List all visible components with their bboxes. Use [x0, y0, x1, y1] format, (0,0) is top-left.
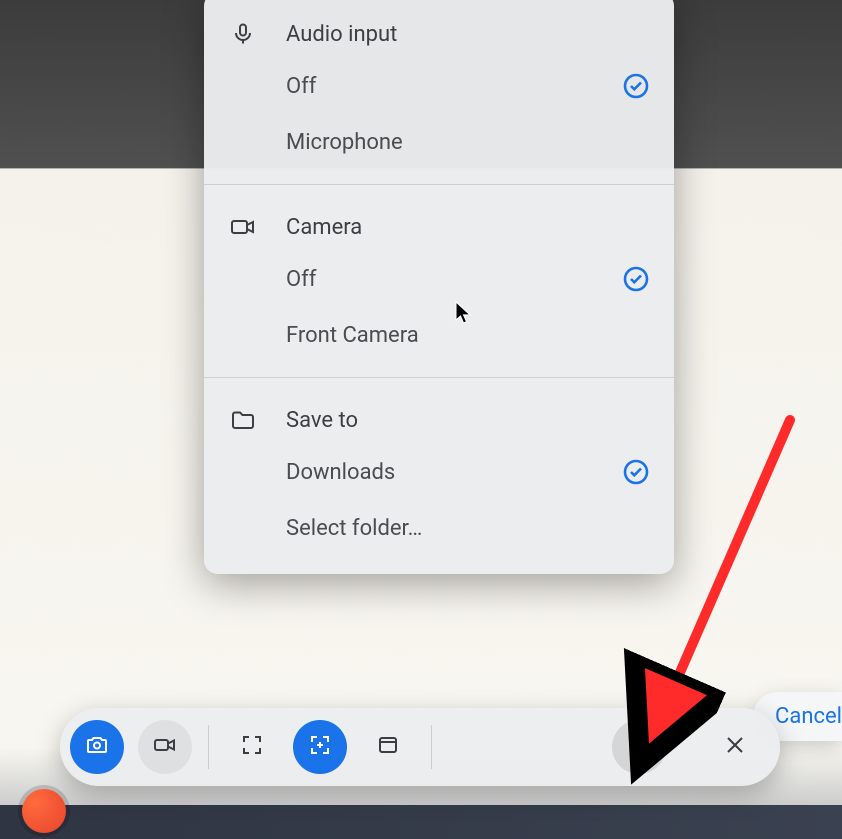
checkmark-icon: [622, 458, 650, 486]
folder-icon: [228, 408, 258, 432]
window-icon: [376, 733, 400, 761]
settings-section-audio: Audio input Off Microphone: [204, 6, 674, 178]
section-title: Save to: [286, 408, 358, 433]
record-mode-button[interactable]: [138, 720, 192, 774]
partial-region-button[interactable]: [293, 720, 347, 774]
close-icon: [724, 734, 746, 760]
fullscreen-icon: [240, 733, 264, 761]
toolbar-actions-group: [612, 720, 762, 774]
microphone-icon: [228, 22, 258, 46]
cancel-label: Cancel: [775, 704, 842, 729]
capture-toolbar: [60, 708, 780, 786]
camera-option-front[interactable]: Front Camera: [228, 307, 650, 363]
fullscreen-region-button[interactable]: [225, 720, 279, 774]
audio-option-off[interactable]: Off: [228, 58, 650, 114]
checkmark-icon: [622, 265, 650, 293]
settings-section-header: Camera: [228, 203, 650, 251]
option-label: Microphone: [286, 130, 622, 155]
option-label: Off: [286, 74, 622, 99]
camera-icon: [228, 215, 258, 239]
toolbar-region-group: [225, 720, 415, 774]
settings-section-header: Save to: [228, 396, 650, 444]
saveto-option-downloads[interactable]: Downloads: [228, 444, 650, 500]
window-region-button[interactable]: [361, 720, 415, 774]
settings-section-camera: Camera Off Front Camera: [204, 184, 674, 371]
screenshot-mode-button[interactable]: [70, 720, 124, 774]
partial-region-icon: [307, 732, 333, 762]
audio-option-microphone[interactable]: Microphone: [228, 114, 650, 170]
option-label: Off: [286, 267, 622, 292]
close-button[interactable]: [708, 720, 762, 774]
option-label: Select folder…: [286, 516, 622, 541]
toolbar-separator: [208, 725, 209, 769]
camera-photo-icon: [84, 732, 110, 762]
video-camera-icon: [152, 733, 178, 761]
settings-button[interactable]: [612, 720, 666, 774]
toolbar-separator: [431, 725, 432, 769]
gear-icon: [626, 732, 652, 762]
shelf: [0, 805, 842, 839]
toolbar-mode-group: [70, 720, 192, 774]
capture-settings-popup: Audio input Off Microphone: [204, 0, 674, 574]
settings-section-header: Audio input: [228, 10, 650, 58]
saveto-option-select-folder[interactable]: Select folder…: [228, 500, 650, 556]
camera-option-off[interactable]: Off: [228, 251, 650, 307]
section-title: Audio input: [286, 22, 397, 47]
settings-section-saveto: Save to Downloads Select folder…: [204, 377, 674, 564]
option-label: Front Camera: [286, 323, 622, 348]
option-label: Downloads: [286, 460, 622, 485]
checkmark-icon: [622, 72, 650, 100]
section-title: Camera: [286, 215, 362, 240]
